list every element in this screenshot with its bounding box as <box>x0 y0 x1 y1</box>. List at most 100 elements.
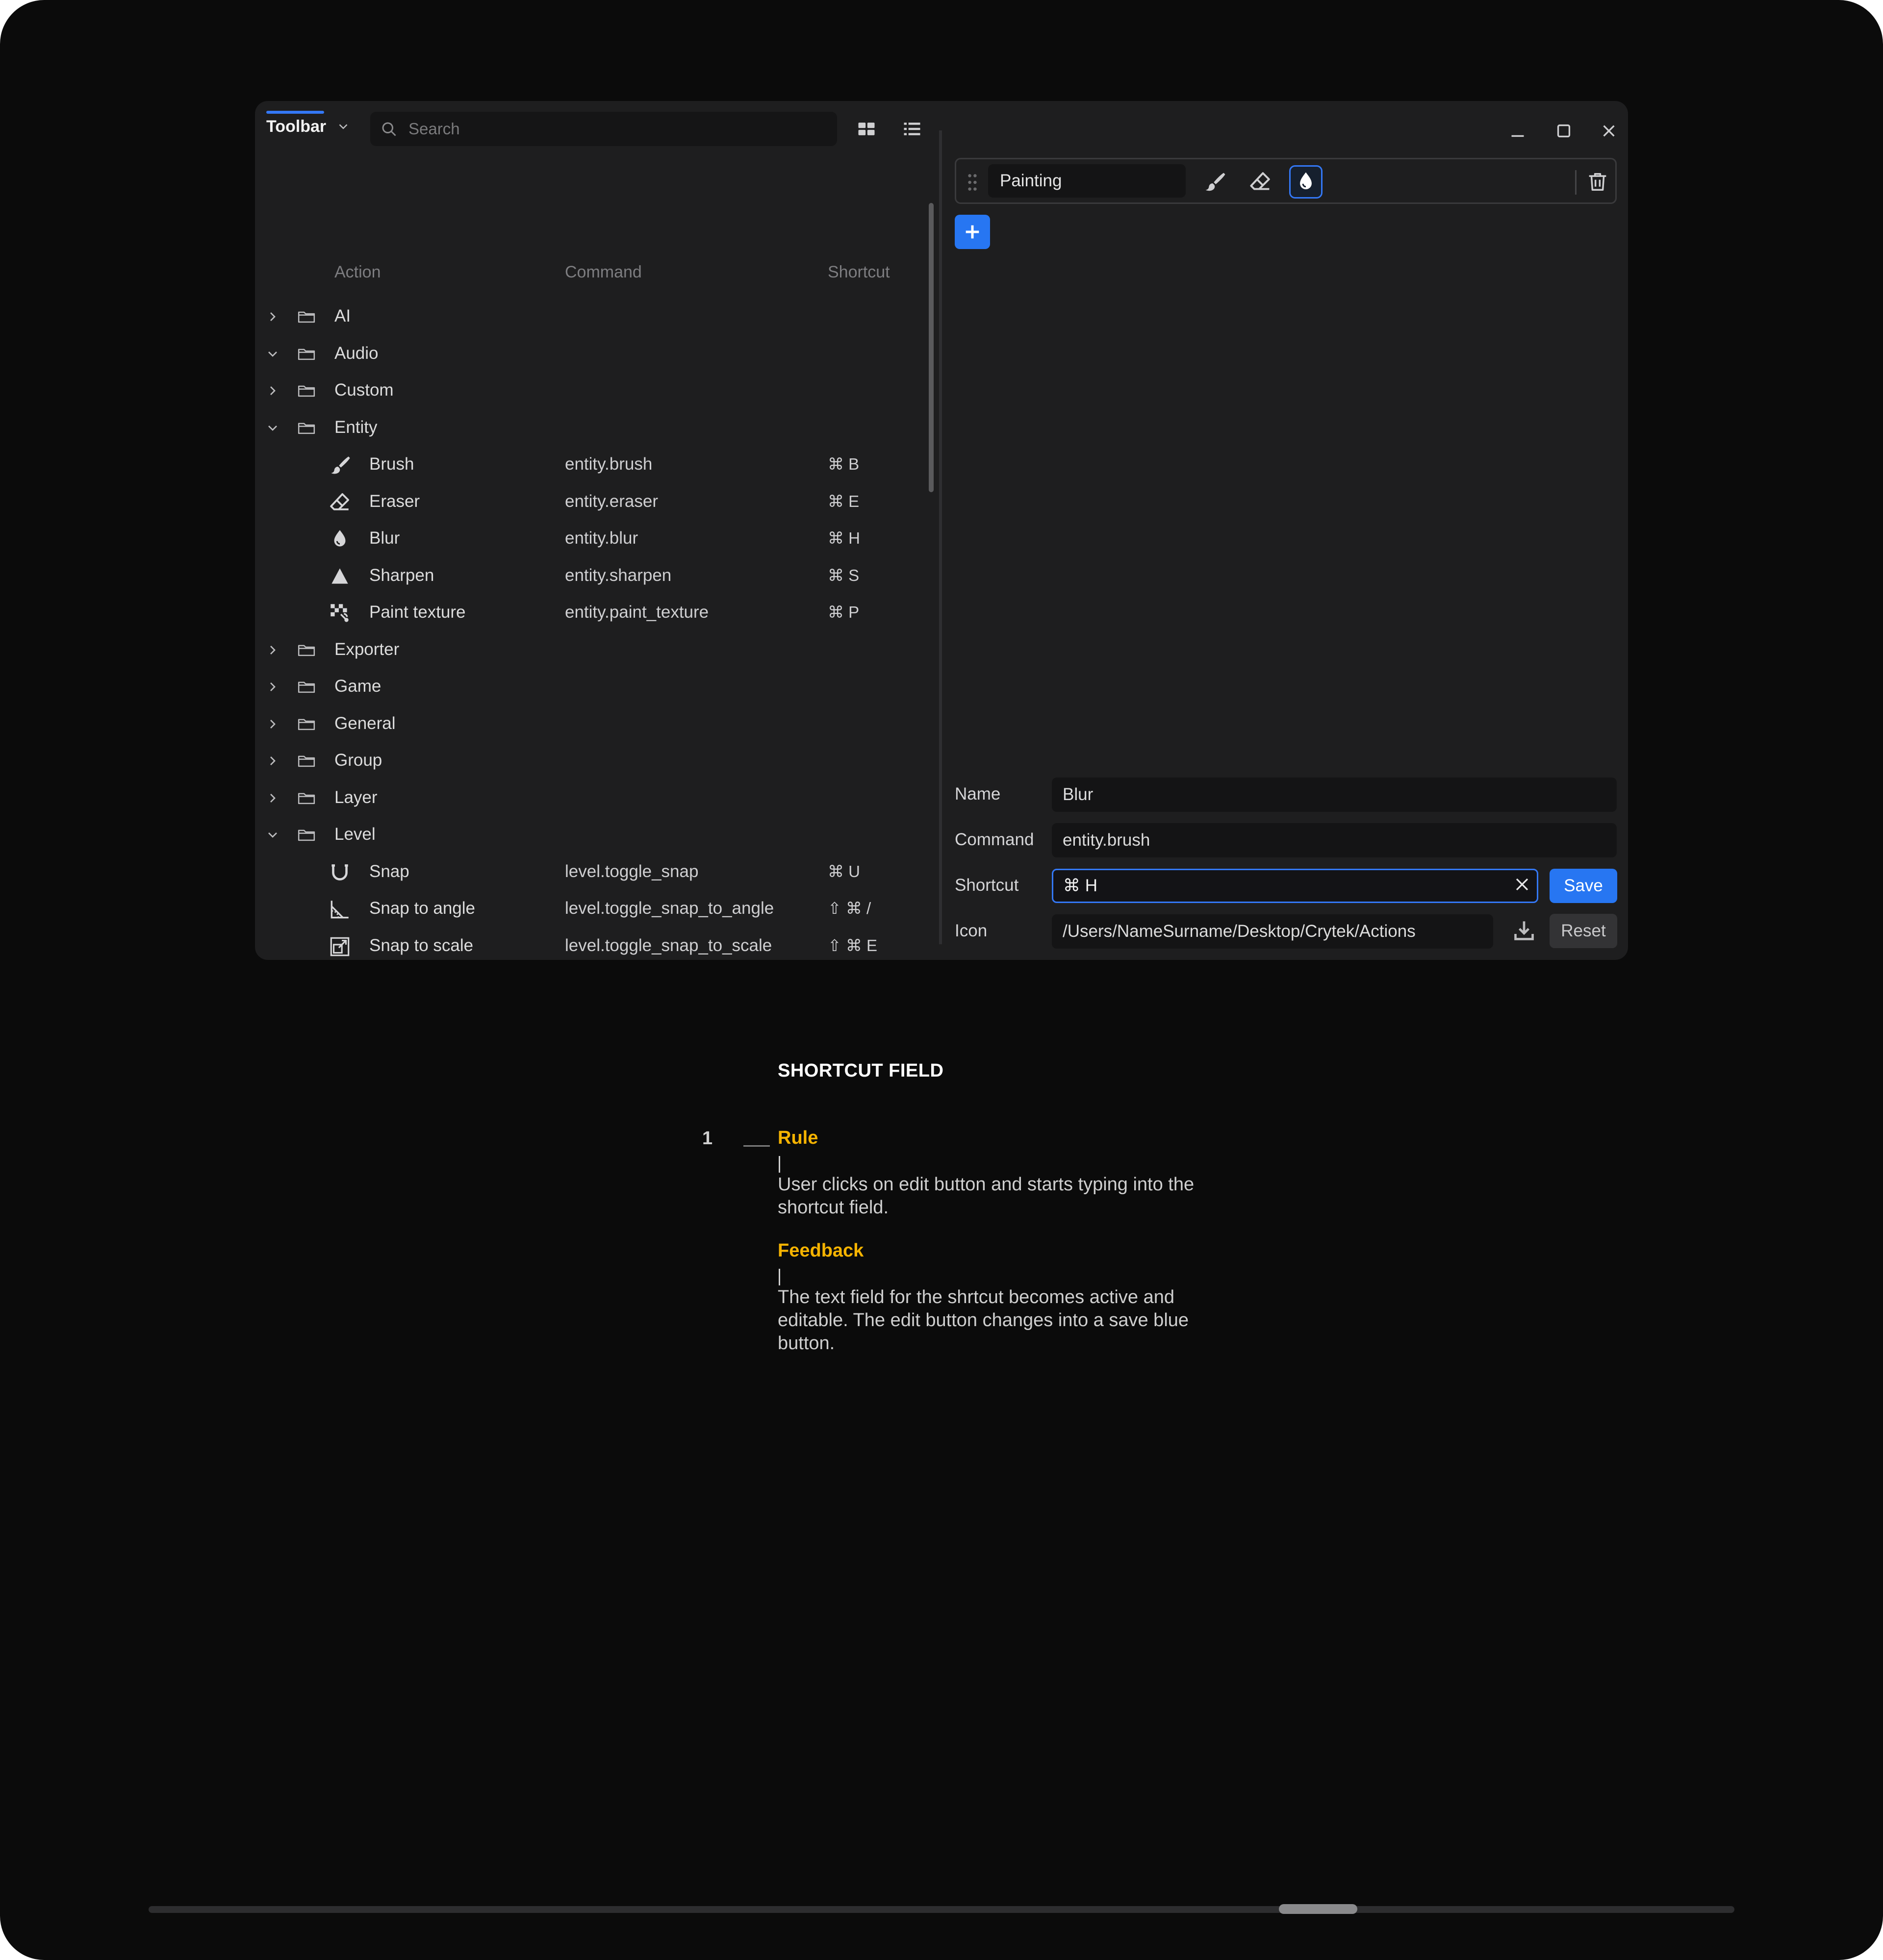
plus-icon <box>966 225 979 239</box>
rule-heading: Rule <box>778 1128 818 1148</box>
search-input[interactable]: Search <box>370 112 837 146</box>
tree-item-sharpen[interactable]: Sharpen entity.sharpen ⌘ S <box>255 557 927 595</box>
drag-handle-icon[interactable] <box>965 173 980 192</box>
rule-divider <box>779 1156 780 1173</box>
command-text: entity.brush <box>565 454 653 474</box>
command-text: entity.paint_texture <box>565 603 709 622</box>
action-label: Brush <box>369 454 414 474</box>
trash-icon[interactable] <box>1585 169 1610 195</box>
blur-drop-icon <box>334 530 346 547</box>
name-field[interactable]: Blur <box>1052 778 1617 812</box>
action-label: Blur <box>369 528 400 548</box>
tree-item-brush[interactable]: Brush entity.brush ⌘ B <box>255 446 927 483</box>
eraser-icon <box>330 493 349 510</box>
snap-angle-icon <box>331 901 349 919</box>
maximize-button[interactable] <box>1552 119 1576 143</box>
folder-icon <box>298 311 315 323</box>
tree-item-snap[interactable]: Snap level.toggle_snap ⌘ U <box>255 854 927 891</box>
shortcut-field[interactable]: ⌘ H <box>1052 869 1538 903</box>
shortcut-text: ⇧ ⌘ E <box>828 936 877 955</box>
annotation-number: 1 <box>702 1128 713 1149</box>
sharpen-triangle-icon <box>331 568 348 584</box>
action-label: Snap <box>369 861 409 881</box>
group-tool-eraser[interactable] <box>1244 165 1277 199</box>
column-header-action[interactable]: Action <box>334 263 381 282</box>
tree-category-layer[interactable]: Layer <box>255 779 927 817</box>
command-text: level.toggle_snap_to_scale <box>565 935 772 955</box>
paint-texture-icon <box>331 604 349 622</box>
tree-category-custom[interactable]: Custom <box>255 372 927 409</box>
action-label: Paint texture <box>369 603 466 622</box>
tree-item-eraser[interactable]: Eraser entity.eraser ⌘ E <box>255 483 927 521</box>
action-label: Sharpen <box>369 565 434 585</box>
snap-scale-icon <box>330 937 350 956</box>
group-tool-brush[interactable] <box>1198 165 1231 199</box>
pane-splitter[interactable] <box>939 130 942 944</box>
tree-category-ai[interactable]: AI <box>255 298 927 335</box>
command-text: level.toggle_snap_to_angle <box>565 899 774 918</box>
chevron-down-icon <box>268 832 277 838</box>
column-header-command[interactable]: Command <box>565 263 642 282</box>
brush-icon <box>1205 173 1225 191</box>
category-label: Exporter <box>334 639 400 659</box>
group-bar-divider <box>1575 170 1577 195</box>
tree-category-level[interactable]: Level <box>255 816 927 854</box>
close-window-button[interactable] <box>1597 119 1621 143</box>
chevron-right-icon <box>270 682 276 691</box>
group-name-field[interactable]: Painting <box>988 164 1186 198</box>
folder-icon <box>298 719 315 730</box>
minimize-button[interactable] <box>1505 119 1530 143</box>
category-label: Custom <box>334 380 394 400</box>
folder-icon <box>298 385 315 397</box>
search-placeholder: Search <box>408 120 460 138</box>
download-icon[interactable] <box>1510 917 1538 944</box>
list-view-icon <box>904 123 920 135</box>
category-label: Audio <box>334 343 379 363</box>
tree-item-snap-to-scale[interactable]: Snap to scale level.toggle_snap_to_scale ⇧… <box>255 928 927 960</box>
toolbar-dropdown[interactable]: Toolbar <box>266 112 351 141</box>
eraser-icon <box>1250 172 1270 190</box>
grid-view-button[interactable] <box>853 116 880 142</box>
category-label: Level <box>334 825 376 844</box>
command-text: entity.blur <box>565 528 638 548</box>
annotation-title: SHORTCUT FIELD <box>778 1060 944 1081</box>
command-field[interactable]: entity.brush <box>1052 823 1617 857</box>
action-label: Snap to scale <box>369 935 474 955</box>
category-label: AI <box>334 306 351 326</box>
tree-category-game[interactable]: Game <box>255 668 927 705</box>
category-label: Group <box>334 751 382 770</box>
category-label: Game <box>334 677 382 696</box>
tree-item-paint-texture[interactable]: Paint texture entity.paint_texture ⌘ P <box>255 594 927 631</box>
command-text: level.toggle_snap <box>565 861 699 881</box>
tree-category-entity[interactable]: Entity <box>255 409 927 447</box>
feedback-heading: Feedback <box>778 1240 864 1261</box>
action-label: Snap to angle <box>369 899 476 918</box>
horizontal-scrollbar[interactable] <box>149 1906 1734 1913</box>
clear-field-icon[interactable] <box>1511 874 1533 895</box>
add-group-button[interactable] <box>955 215 990 249</box>
tree-item-snap-to-angle[interactable]: Snap to angle level.toggle_snap_to_angle ⇧… <box>255 890 927 928</box>
tree-category-group[interactable]: Group <box>255 742 927 779</box>
list-view-button[interactable] <box>899 116 925 142</box>
tree-category-exporter[interactable]: Exporter <box>255 631 927 669</box>
canvas: Toolbar Search Action Command Shortcut A… <box>0 0 1883 1960</box>
folder-icon <box>298 755 315 767</box>
command-text: entity.eraser <box>565 491 658 511</box>
save-button[interactable]: Save <box>1550 869 1617 903</box>
chevron-right-icon <box>270 312 276 321</box>
column-header-shortcut[interactable]: Shortcut <box>828 263 890 282</box>
reset-button[interactable]: Reset <box>1550 914 1617 948</box>
category-label: General <box>334 713 396 733</box>
feedback-divider <box>779 1269 780 1285</box>
tree-category-audio[interactable]: Audio <box>255 335 927 373</box>
tree-item-blur[interactable]: Blur entity.blur ⌘ H <box>255 520 927 557</box>
tree-scrollbar[interactable] <box>929 203 934 492</box>
horizontal-scrollbar-thumb[interactable] <box>1279 1904 1357 1914</box>
chevron-right-icon <box>270 719 276 729</box>
folder-icon <box>298 645 315 656</box>
chevron-down-icon <box>339 124 348 129</box>
tree-category-general[interactable]: General <box>255 705 927 743</box>
icon-path-field[interactable]: /Users/NameSurname/Desktop/Crytek/Action… <box>1052 914 1493 949</box>
action-label: Eraser <box>369 491 420 511</box>
group-tool-blur[interactable] <box>1289 165 1323 199</box>
